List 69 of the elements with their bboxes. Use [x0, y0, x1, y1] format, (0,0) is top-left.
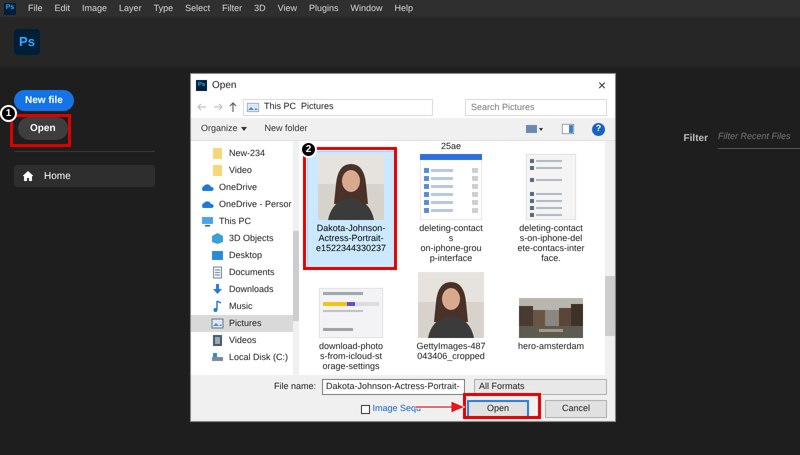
thumbnail-drawing: [526, 154, 576, 220]
menu-item[interactable]: 3D: [254, 2, 266, 16]
nav-item[interactable]: Pictures: [191, 315, 293, 332]
nav-item[interactable]: OneDrive: [191, 179, 293, 196]
new-folder-button[interactable]: New folder: [264, 122, 308, 136]
up-arrow-icon[interactable]: [229, 102, 237, 112]
thumbnail-tile[interactable]: Dakota-Johnson- Actress-Portrait- e1522344330237: [307, 151, 395, 269]
dialog-title: Open: [212, 78, 236, 92]
image-icon: [211, 317, 224, 330]
nav-item[interactable]: 3D Objects: [191, 230, 293, 247]
menu-item[interactable]: View: [278, 2, 297, 16]
folder-icon: [211, 147, 224, 160]
nav-item[interactable]: Music: [191, 298, 293, 315]
step-badge: 1: [0, 105, 17, 122]
thumbnail-drawing: [319, 288, 383, 338]
filter-label: Filter: [684, 132, 708, 146]
checkbox[interactable]: [361, 404, 370, 414]
menu-item[interactable]: File: [28, 2, 43, 16]
organize-menu[interactable]: Organize: [201, 122, 247, 136]
path-segment[interactable]: This PC: [264, 100, 296, 114]
nav-item[interactable]: Videos: [191, 332, 293, 349]
music-note-icon: [211, 300, 224, 313]
menu-item[interactable]: Filter: [222, 2, 242, 16]
film-icon: [211, 334, 224, 347]
nav-item[interactable]: Downloads: [191, 281, 293, 298]
menu-item[interactable]: Layer: [119, 2, 142, 16]
nav-item[interactable]: Documents: [191, 264, 293, 281]
menu-item[interactable]: Edit: [54, 2, 70, 16]
nav-item[interactable]: Desktop: [191, 247, 293, 264]
menu-item[interactable]: Help: [394, 2, 414, 16]
menu-item[interactable]: Window: [350, 2, 383, 16]
search-field[interactable]: Search Pictures: [465, 98, 607, 116]
nav-item[interactable]: Local Disk (C:): [191, 349, 293, 366]
address-bar[interactable]: This PC Pictures: [243, 98, 433, 116]
menu-item[interactable]: Plugins: [308, 2, 338, 16]
preview-pane-icon[interactable]: [562, 124, 574, 134]
open-button[interactable]: Open: [18, 117, 68, 140]
file-scrollbar[interactable]: [605, 141, 615, 375]
cancel-button[interactable]: Cancel: [545, 400, 607, 418]
nav-item[interactable]: New-234: [191, 145, 293, 162]
file-name-label: File name:: [274, 380, 316, 394]
menu-item[interactable]: Image: [82, 2, 108, 16]
desktop-icon: [211, 249, 224, 262]
format-select[interactable]: All Formats: [474, 379, 607, 395]
home-nav-item[interactable]: Home: [14, 165, 155, 187]
new-file-button[interactable]: New file: [14, 90, 74, 111]
drive-icon: [211, 351, 224, 364]
image-icon: [247, 102, 259, 112]
nav-item[interactable]: Video: [191, 162, 293, 179]
view-icon[interactable]: [526, 124, 544, 134]
nav-scrollbar[interactable]: [293, 141, 299, 375]
menu-item[interactable]: Select: [185, 2, 210, 16]
monitor-icon: [201, 215, 214, 228]
path-segment[interactable]: Pictures: [301, 100, 334, 114]
download-icon: [211, 283, 224, 296]
nav-item[interactable]: This PC: [191, 213, 293, 230]
cube-icon: [211, 232, 224, 245]
thumbnail-drawing: [420, 154, 482, 220]
file-name: 25ae: [440, 142, 462, 151]
app-logo: Ps: [14, 29, 40, 55]
close-button[interactable]: ×: [589, 75, 615, 95]
folder-icon: [211, 164, 224, 177]
filter-field[interactable]: Filter Recent Files: [718, 130, 800, 148]
home-icon: [22, 170, 34, 182]
menu-item[interactable]: Type: [154, 2, 174, 16]
help-icon[interactable]: ?: [592, 122, 605, 136]
nav-item[interactable]: OneDrive - Persor: [191, 196, 293, 213]
document-icon: [211, 266, 224, 279]
file-name-field[interactable]: Dakota-Johnson-Actress-Portrait-: [322, 379, 465, 395]
